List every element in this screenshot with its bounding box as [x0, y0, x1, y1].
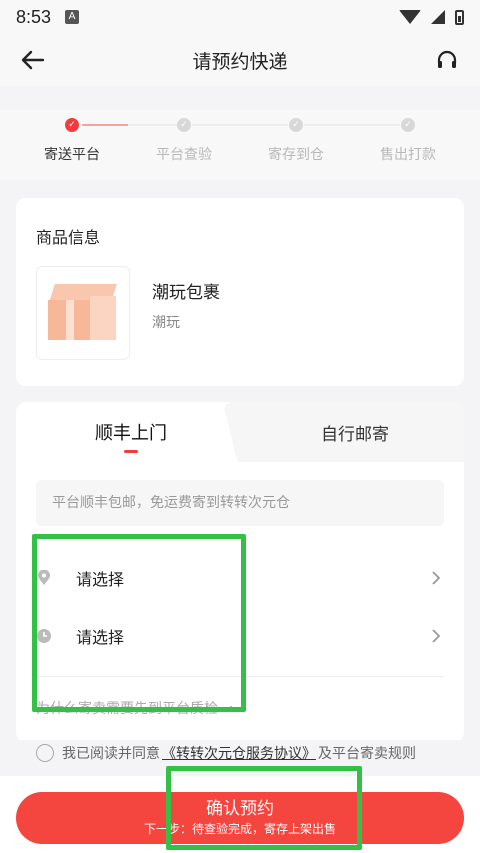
headset-icon: [437, 50, 457, 68]
arrow-left-icon: [21, 50, 45, 70]
step-label: 售出打款: [380, 147, 436, 163]
agreement-prefix: 我已阅读并同意: [62, 746, 160, 762]
step-ship-to-platform: ✓ 寄送平台: [27, 118, 117, 164]
tab-self-mail[interactable]: 自行邮寄: [246, 402, 464, 462]
nav-bar: 请预约快递: [0, 34, 480, 86]
chevron-right-icon: [432, 571, 441, 585]
divider: [36, 676, 444, 677]
agreement-suffix: 及平台寄卖规则: [318, 746, 416, 762]
step-platform-inspection: ✓ 平台查验: [139, 118, 229, 164]
bottom-action-bar: 确认预约 下一步：待查验完成，寄存上架出售: [0, 776, 480, 853]
tab-sf-pickup[interactable]: 顺丰上门: [16, 402, 246, 462]
status-time: 8:53: [16, 6, 52, 27]
tab-indicator: [124, 450, 138, 453]
check-icon: ✓: [65, 118, 79, 132]
notification-icon: A: [65, 10, 80, 24]
shipping-tabs: 自行邮寄 顺丰上门: [16, 402, 464, 462]
inspection-reason-link[interactable]: 为什么寄卖需要先到平台质检 →: [36, 698, 234, 718]
chevron-right-icon: [432, 629, 441, 643]
progress-steps: ✓ 寄送平台 ✓ 平台查验 ✓ 寄存到仓 ✓ 售出打款: [0, 110, 480, 180]
step-label: 寄存到仓: [268, 147, 324, 163]
step-warehouse-storage: ✓ 寄存到仓: [251, 118, 341, 164]
step-label: 平台查验: [156, 147, 212, 163]
battery-icon: [455, 9, 464, 25]
goods-thumbnail: [36, 266, 130, 360]
tab-label: 自行邮寄: [321, 424, 389, 445]
tab-label: 顺丰上门: [95, 423, 167, 444]
address-select-row[interactable]: 请选择: [36, 550, 444, 606]
check-icon: ✓: [401, 118, 415, 132]
wifi-icon: [399, 10, 421, 24]
shipping-card: 自行邮寄 顺丰上门 平台顺丰包邮，免运费寄到转转次元仓 请选择 请选择 为什么寄…: [16, 402, 464, 742]
free-shipping-notice: 平台顺丰包邮，免运费寄到转转次元仓: [36, 480, 444, 526]
back-button[interactable]: [18, 46, 48, 74]
confirm-booking-button[interactable]: 确认预约 下一步：待查验完成，寄存上架出售: [16, 792, 464, 844]
confirm-label: 确认预约: [206, 799, 274, 819]
agreement-checkbox[interactable]: [36, 744, 54, 762]
customer-service-button[interactable]: [432, 46, 462, 74]
step-label: 寄送平台: [44, 147, 100, 163]
pickup-time-select-label: 请选择: [76, 628, 125, 647]
status-bar: 8:53 A: [0, 0, 480, 34]
parcel-box-icon: [48, 284, 118, 342]
step-sold-payout: ✓ 售出打款: [363, 118, 453, 164]
check-icon: ✓: [289, 118, 303, 132]
pickup-time-select-row[interactable]: 请选择: [36, 608, 444, 664]
clock-icon: [36, 628, 52, 644]
goods-heading: 商品信息: [36, 228, 101, 247]
goods-category: 潮玩: [152, 315, 180, 331]
agreement-row: 我已阅读并同意 《转转次元仓服务协议》 及平台寄卖规则: [0, 740, 480, 766]
check-icon: ✓: [177, 118, 191, 132]
goods-name: 潮玩包裹: [152, 283, 220, 303]
signal-icon: [431, 10, 445, 24]
address-select-label: 请选择: [76, 570, 125, 589]
page-title: 请预约快递: [192, 50, 288, 73]
location-pin-icon: [36, 570, 52, 586]
confirm-next-step: 下一步：待查验完成，寄存上架出售: [143, 822, 336, 836]
service-agreement-link[interactable]: 《转转次元仓服务协议》: [162, 743, 316, 763]
goods-info-card: 商品信息 潮玩包裹 潮玩: [16, 198, 464, 386]
